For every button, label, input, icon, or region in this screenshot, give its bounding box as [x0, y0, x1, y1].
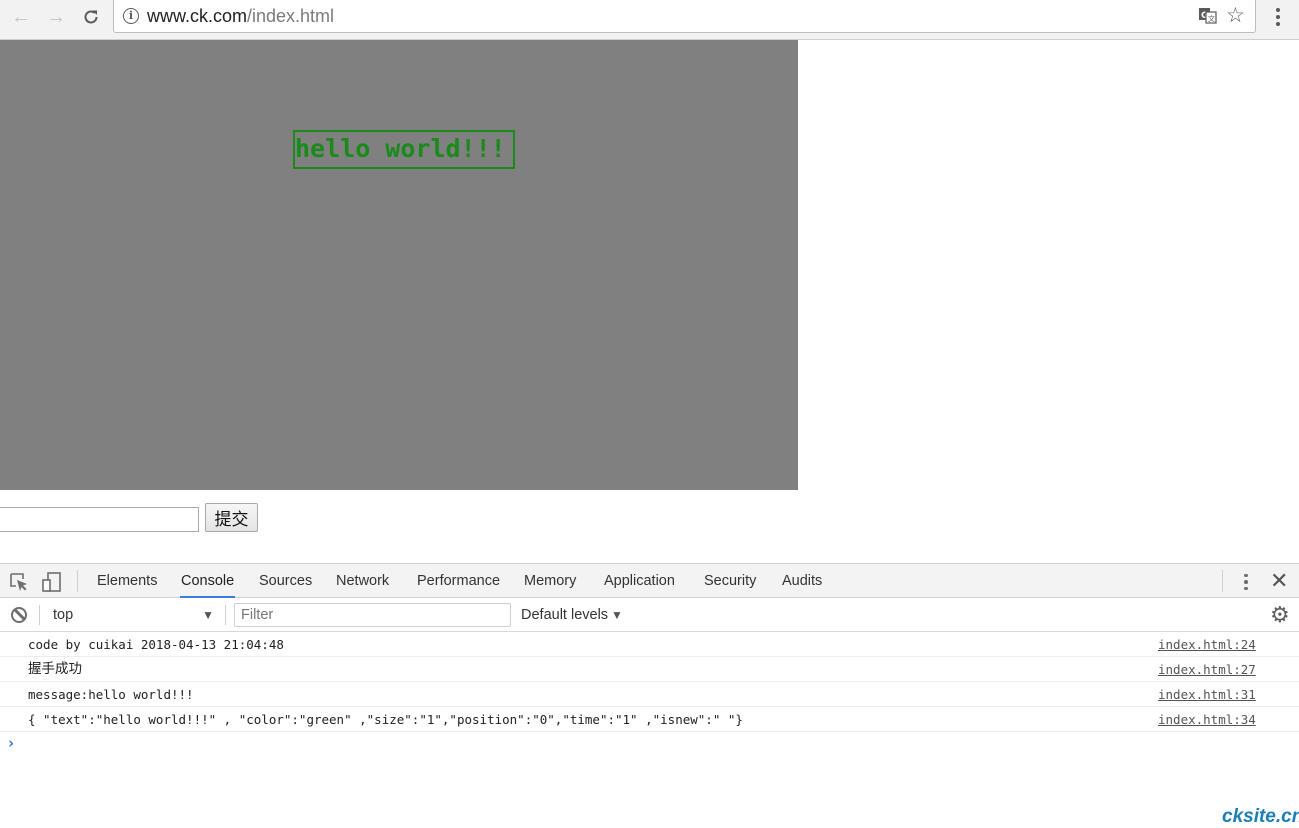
dropdown-arrow-icon: ▼ [611, 608, 623, 622]
console-prompt[interactable]: › [0, 732, 1299, 756]
reload-button[interactable] [78, 5, 104, 29]
forward-button[interactable]: → [43, 5, 69, 29]
browser-toolbar: ← → i www.ck.com/index.html G 文 ☆ [0, 0, 1299, 40]
tab-performance[interactable]: Performance [416, 564, 501, 598]
log-message: code by cuikai 2018-04-13 21:04:48 [28, 637, 284, 652]
toolbar-separator [225, 605, 226, 625]
log-source-link[interactable]: index.html:34 [1158, 707, 1256, 732]
log-message: { "text":"hello world!!!" , "color":"gre… [28, 712, 743, 727]
log-source-link[interactable]: index.html:27 [1158, 657, 1256, 682]
log-entry: 握手成功 index.html:27 [0, 657, 1299, 682]
tab-memory[interactable]: Memory [523, 564, 577, 598]
arrow-left-icon: ← [11, 5, 31, 28]
device-toolbar-icon[interactable] [42, 572, 62, 592]
address-bar[interactable]: i www.ck.com/index.html G 文 ☆ [113, 0, 1256, 33]
arrow-right-icon: → [46, 5, 66, 28]
log-levels-label: Default levels [521, 607, 609, 623]
tab-separator [1222, 570, 1223, 592]
clear-console-icon[interactable] [11, 607, 27, 623]
back-button[interactable]: ← [8, 5, 34, 29]
devtools-menu-icon[interactable] [1238, 572, 1254, 592]
log-entry: code by cuikai 2018-04-13 21:04:48 index… [0, 632, 1299, 657]
log-source-link[interactable]: index.html:31 [1158, 682, 1256, 707]
url-host: www.ck.com [147, 6, 248, 26]
log-entry: { "text":"hello world!!!" , "color":"gre… [0, 707, 1299, 732]
bookmark-star-icon[interactable]: ☆ [1226, 3, 1245, 28]
log-source-link[interactable]: index.html:24 [1158, 632, 1256, 657]
tab-security[interactable]: Security [703, 564, 757, 598]
context-selector[interactable]: top ▼ [44, 603, 218, 627]
url-text[interactable]: www.ck.com/index.html [147, 6, 334, 27]
browser-menu-icon[interactable] [1268, 5, 1288, 29]
filter-input[interactable]: Filter [234, 603, 511, 627]
submit-button[interactable]: 提交 [205, 503, 258, 532]
site-info-icon[interactable]: i [123, 8, 139, 24]
svg-text:文: 文 [1208, 14, 1215, 23]
inspect-element-icon[interactable] [9, 572, 29, 592]
danmaku-canvas: hello world!!! [0, 40, 798, 490]
tab-network[interactable]: Network [335, 564, 390, 598]
reload-icon [84, 10, 98, 24]
close-devtools-icon[interactable]: ✕ [1270, 568, 1288, 594]
message-input[interactable] [0, 507, 199, 532]
tab-elements[interactable]: Elements [96, 564, 158, 598]
log-message: 握手成功 [28, 661, 82, 677]
tab-separator [77, 570, 78, 592]
console-toolbar: top ▼ Filter Default levels ▼ ⚙ [0, 598, 1299, 632]
watermark: cksite.cn [1222, 806, 1299, 827]
log-message: message:hello world!!! [28, 687, 194, 702]
devtools-panel: Elements Console Sources Network Perform… [0, 563, 1299, 826]
console-log: code by cuikai 2018-04-13 21:04:48 index… [0, 632, 1299, 756]
devtools-tab-bar: Elements Console Sources Network Perform… [0, 564, 1299, 598]
danmaku-message: hello world!!! [293, 130, 515, 169]
dropdown-arrow-icon: ▼ [202, 608, 214, 622]
log-levels-dropdown[interactable]: Default levels ▼ [521, 603, 623, 627]
tab-console[interactable]: Console [180, 564, 236, 598]
url-path: /index.html [247, 6, 335, 26]
log-entry: message:hello world!!! index.html:31 [0, 682, 1299, 707]
gear-icon[interactable]: ⚙ [1270, 603, 1290, 627]
context-value: top [53, 607, 74, 623]
translate-icon[interactable]: G 文 [1199, 8, 1217, 24]
tab-sources[interactable]: Sources [258, 564, 313, 598]
tab-application[interactable]: Application [603, 564, 676, 598]
prompt-chevron-icon: › [8, 734, 15, 752]
page-content: hello world!!! 提交 [0, 40, 1299, 563]
tab-audits[interactable]: Audits [781, 564, 823, 598]
toolbar-separator [39, 605, 40, 625]
